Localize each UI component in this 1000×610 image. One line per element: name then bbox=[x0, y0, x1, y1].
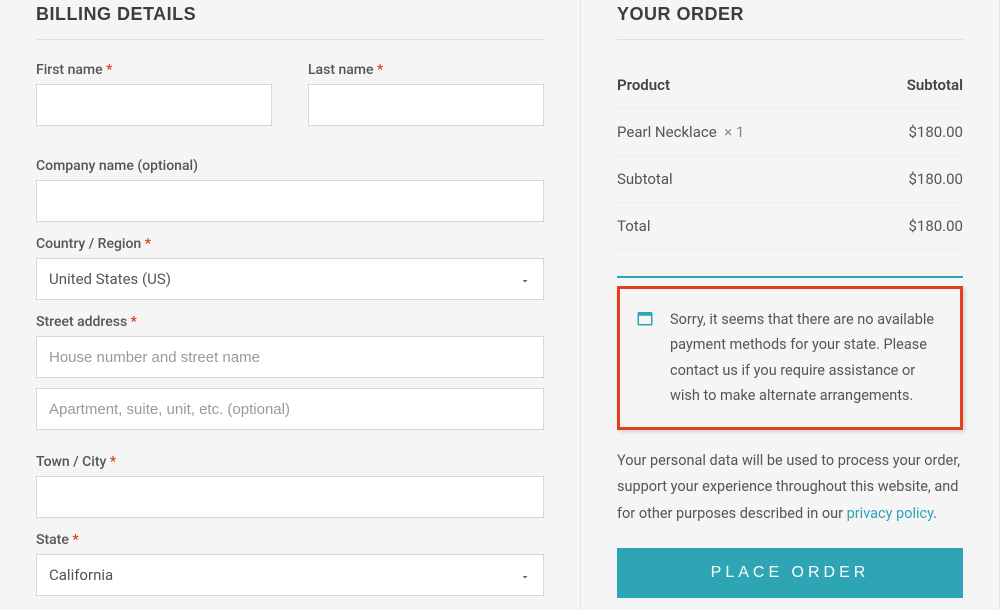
first-name-label: First name * bbox=[36, 62, 272, 78]
town-input[interactable] bbox=[36, 476, 544, 518]
street-address-2-input[interactable] bbox=[36, 388, 544, 430]
total-value: $180.00 bbox=[857, 203, 963, 250]
order-heading: YOUR ORDER bbox=[617, 4, 963, 40]
chevron-down-icon bbox=[519, 569, 531, 581]
product-column-header: Product bbox=[617, 62, 857, 109]
payment-error-text: Sorry, it seems that there are no availa… bbox=[670, 307, 944, 409]
calendar-icon bbox=[636, 309, 654, 409]
last-name-label: Last name * bbox=[308, 62, 544, 78]
country-label: Country / Region * bbox=[36, 236, 544, 252]
total-label: Total bbox=[617, 203, 857, 250]
privacy-text: Your personal data will be used to proce… bbox=[617, 448, 963, 528]
order-total-row: Total $180.00 bbox=[617, 203, 963, 250]
billing-heading: BILLING DETAILS bbox=[36, 4, 544, 40]
last-name-input[interactable] bbox=[308, 84, 544, 126]
divider bbox=[617, 276, 963, 278]
first-name-input[interactable] bbox=[36, 84, 272, 126]
product-quantity: × 1 bbox=[724, 123, 744, 141]
state-label: State * bbox=[36, 532, 544, 548]
order-line-item: Pearl Necklace × 1 $180.00 bbox=[617, 109, 963, 156]
company-input[interactable] bbox=[36, 180, 544, 222]
required-marker: * bbox=[131, 314, 137, 330]
subtotal-label: Subtotal bbox=[617, 156, 857, 203]
subtotal-value: $180.00 bbox=[857, 156, 963, 203]
required-marker: * bbox=[72, 532, 78, 548]
country-select[interactable]: United States (US) bbox=[36, 258, 544, 300]
billing-details-section: BILLING DETAILS First name * Last name *… bbox=[0, 0, 580, 610]
street-label: Street address * bbox=[36, 314, 544, 330]
country-value: United States (US) bbox=[49, 270, 171, 288]
required-marker: * bbox=[106, 62, 112, 78]
required-marker: * bbox=[110, 454, 116, 470]
order-summary-table: Product Subtotal Pearl Necklace × 1 $180… bbox=[617, 62, 963, 250]
town-label: Town / City * bbox=[36, 454, 544, 470]
required-marker: * bbox=[377, 62, 383, 78]
state-select[interactable]: California bbox=[36, 554, 544, 596]
street-address-1-input[interactable] bbox=[36, 336, 544, 378]
required-marker: * bbox=[145, 236, 151, 252]
place-order-button[interactable]: PLACE ORDER bbox=[617, 548, 963, 598]
product-price: $180.00 bbox=[857, 109, 963, 156]
order-subtotal-row: Subtotal $180.00 bbox=[617, 156, 963, 203]
payment-error-alert: Sorry, it seems that there are no availa… bbox=[617, 286, 963, 430]
chevron-down-icon bbox=[519, 273, 531, 285]
product-name: Pearl Necklace bbox=[617, 123, 717, 141]
privacy-policy-link[interactable]: privacy policy bbox=[847, 505, 934, 522]
your-order-section: YOUR ORDER Product Subtotal Pearl Neckla… bbox=[580, 0, 1000, 610]
company-label: Company name (optional) bbox=[36, 158, 544, 174]
subtotal-column-header: Subtotal bbox=[857, 62, 963, 109]
state-value: California bbox=[49, 566, 113, 584]
